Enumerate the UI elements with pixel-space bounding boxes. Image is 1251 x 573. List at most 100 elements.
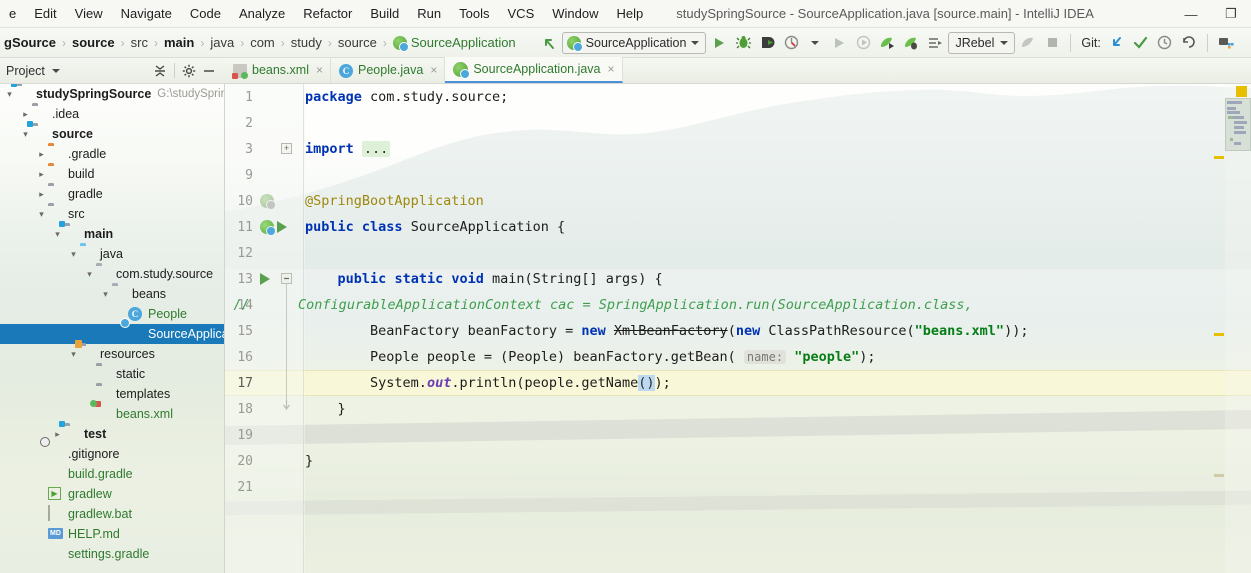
jrebel-disabled-icon[interactable]: [1017, 32, 1039, 54]
tree-item-resources[interactable]: ▾ resources: [0, 344, 225, 364]
chevron-down-icon[interactable]: ▾: [68, 249, 79, 260]
editor-scrollbar-thumb[interactable]: [1225, 98, 1251, 151]
maximize-button[interactable]: ❐: [1211, 0, 1251, 28]
gutter-line-9[interactable]: 9: [225, 162, 305, 188]
chevron-down-icon[interactable]: [51, 68, 60, 73]
close-icon[interactable]: ×: [430, 63, 437, 77]
tree-item-beans[interactable]: ▾ beans: [0, 284, 225, 304]
breadcrumb-item-com[interactable]: com: [246, 33, 279, 52]
chevron-right-icon[interactable]: ▸: [36, 169, 47, 180]
tree-item-people[interactable]: C People: [0, 304, 225, 324]
jrebel-debug-icon[interactable]: [900, 32, 922, 54]
tree-item-src[interactable]: ▾ src: [0, 204, 225, 224]
tree-item-studyspringsource[interactable]: ▾ studySpringSource G:\studySpring: [0, 84, 225, 104]
tab-people-java[interactable]: C People.java ×: [331, 57, 446, 83]
tree-item-build-gradle[interactable]: build.gradle: [0, 464, 225, 484]
hide-panel-icon[interactable]: [199, 61, 219, 81]
gutter-line-15[interactable]: 15: [225, 318, 305, 344]
run-with-coverage-icon[interactable]: [756, 32, 778, 54]
error-marker-gutter[interactable]: [1213, 84, 1225, 573]
tree-item-test[interactable]: ▸ test: [0, 424, 225, 444]
project-tree[interactable]: ▾ studySpringSource G:\studySpring ▸ .idea ▾ s…: [0, 84, 225, 573]
gear-icon[interactable]: [179, 61, 199, 81]
gutter-line-12[interactable]: 12: [225, 240, 305, 266]
chevron-right-icon[interactable]: ▸: [52, 429, 63, 440]
menu-navigate[interactable]: Navigate: [112, 2, 181, 26]
back-arrow-icon[interactable]: [538, 32, 560, 54]
chevron-down-icon[interactable]: ▾: [68, 349, 79, 360]
tree-item--idea[interactable]: ▸ .idea: [0, 104, 225, 124]
breadcrumb-item-study[interactable]: study: [287, 33, 326, 52]
tab-beans-xml[interactable]: beans.xml ×: [225, 57, 331, 83]
stop-icon[interactable]: [1041, 32, 1063, 54]
menu-edit[interactable]: Edit: [25, 2, 65, 26]
tree-item-settings-gradle[interactable]: settings.gradle: [0, 544, 225, 564]
fold-expand-icon[interactable]: +: [281, 143, 292, 154]
tree-item-com-study-source[interactable]: ▾ com.study.source: [0, 264, 225, 284]
profiler-dropdown-icon[interactable]: [804, 32, 826, 54]
gutter-line-1[interactable]: 1: [225, 84, 305, 110]
info-marker[interactable]: [1214, 474, 1224, 477]
code-minimap[interactable]: [1225, 84, 1251, 573]
gutter-line-16[interactable]: 16: [225, 344, 305, 370]
tree-item-beans-xml[interactable]: beans.xml: [0, 404, 225, 424]
tree-item-gradlew[interactable]: ▶ gradlew: [0, 484, 225, 504]
run-gutter-icon[interactable]: [260, 273, 270, 285]
gutter-line-21[interactable]: 21: [225, 474, 305, 500]
editor-gutter[interactable]: 1 2 3 9 10 11 12 13 14 15 16 17 18 19 20 21: [225, 84, 305, 573]
profiler-icon[interactable]: [780, 32, 802, 54]
menu-build[interactable]: Build: [361, 2, 408, 26]
gutter-line-10[interactable]: 10: [225, 188, 305, 214]
search-everywhere-icon[interactable]: [1215, 32, 1237, 54]
menu-vcs[interactable]: VCS: [499, 2, 544, 26]
commit-icon[interactable]: [1130, 32, 1152, 54]
chevron-right-icon[interactable]: ▸: [20, 109, 31, 120]
menu-run[interactable]: Run: [408, 2, 450, 26]
run-icon[interactable]: [708, 32, 730, 54]
run-gutter-icon[interactable]: [277, 221, 287, 233]
code-text[interactable]: package com.study.source; import ... @Sp…: [233, 84, 1251, 573]
menu-code[interactable]: Code: [181, 2, 230, 26]
breadcrumb-item-main[interactable]: main: [160, 33, 198, 52]
chevron-down-icon[interactable]: ▾: [4, 89, 15, 100]
close-icon[interactable]: ×: [608, 62, 615, 76]
menu-refactor[interactable]: Refactor: [294, 2, 361, 26]
tree-item-build[interactable]: ▸ build: [0, 164, 225, 184]
fold-collapse-icon[interactable]: [281, 273, 292, 284]
inspection-status-icon[interactable]: [1236, 86, 1247, 97]
jrebel-run-icon[interactable]: [876, 32, 898, 54]
gutter-line-13[interactable]: 13: [225, 266, 305, 292]
chevron-down-icon[interactable]: ▾: [100, 289, 111, 300]
gutter-line-3[interactable]: 3: [225, 136, 305, 162]
jrebel-deploy-icon[interactable]: [924, 32, 946, 54]
tree-item--gradle[interactable]: ▸ .gradle: [0, 144, 225, 164]
gutter-line-11[interactable]: 11: [225, 214, 305, 240]
chevron-right-icon[interactable]: ▸: [36, 149, 47, 160]
menu-window[interactable]: Window: [543, 2, 607, 26]
jrebel-selector[interactable]: JRebel: [948, 31, 1016, 54]
tree-item-gradlew-bat[interactable]: gradlew.bat: [0, 504, 225, 524]
spring-bean-icon[interactable]: [260, 220, 276, 236]
debug-icon[interactable]: [732, 32, 754, 54]
chevron-down-icon[interactable]: ▾: [52, 229, 63, 240]
tree-item-gradle[interactable]: ▸ gradle: [0, 184, 225, 204]
update-project-icon[interactable]: [1106, 32, 1128, 54]
rerun-icon[interactable]: [828, 32, 850, 54]
folded-imports[interactable]: ...: [361, 141, 391, 157]
spring-bean-icon-dim[interactable]: [260, 194, 276, 210]
tree-item--gitignore[interactable]: .gitignore: [0, 444, 225, 464]
minimize-button[interactable]: —: [1171, 0, 1211, 28]
tree-item-java[interactable]: ▾ java: [0, 244, 225, 264]
menu-view[interactable]: View: [66, 2, 112, 26]
menu-tools[interactable]: Tools: [450, 2, 498, 26]
close-icon[interactable]: ×: [316, 63, 323, 77]
breadcrumb-item-source[interactable]: source: [68, 33, 119, 52]
revert-icon[interactable]: [1178, 32, 1200, 54]
chevron-down-icon[interactable]: ▾: [36, 209, 47, 220]
tree-item-source[interactable]: ▾ source: [0, 124, 225, 144]
menu-help[interactable]: Help: [608, 2, 653, 26]
tree-item-static[interactable]: static: [0, 364, 225, 384]
run-configuration-selector[interactable]: SourceApplication: [561, 31, 707, 54]
gutter-line-2[interactable]: 2: [225, 110, 305, 136]
fold-region-end-icon[interactable]: [281, 400, 292, 411]
